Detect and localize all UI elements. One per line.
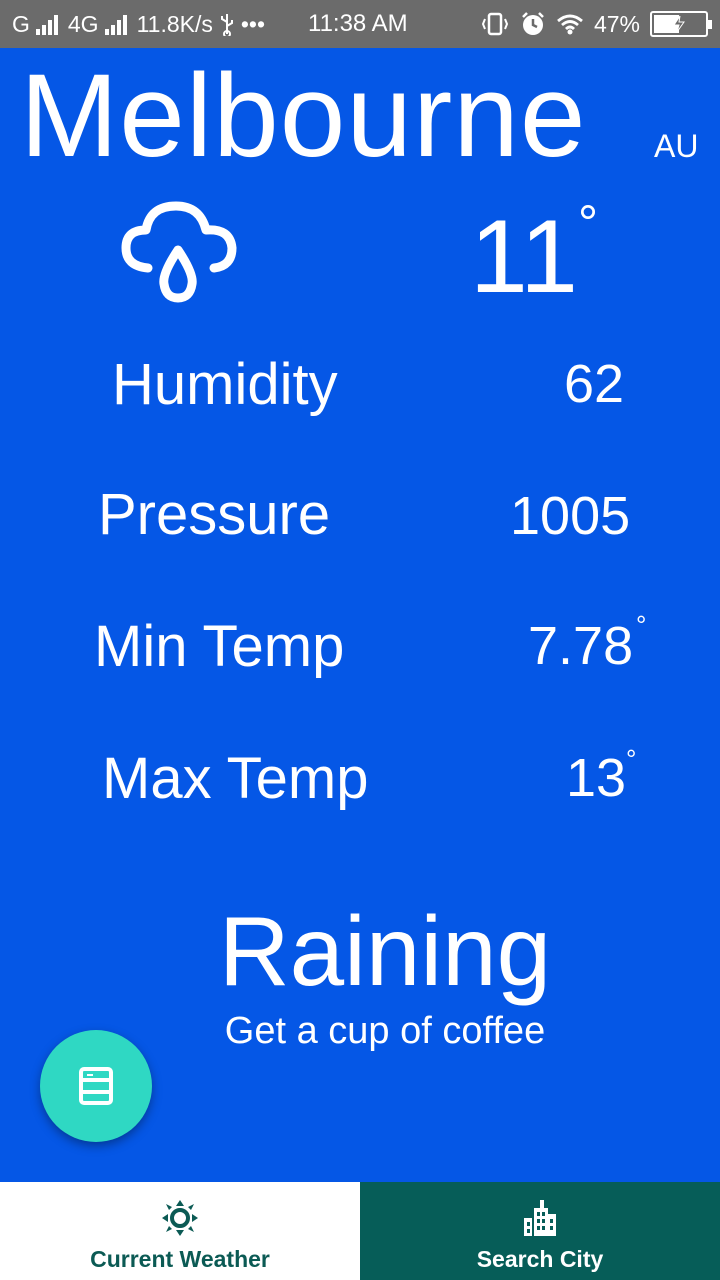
min-temp-value: 7.78 xyxy=(528,616,634,676)
battery-percent: 47% xyxy=(593,10,640,37)
max-temp-value: 13 xyxy=(566,748,627,808)
signal-icon-2 xyxy=(104,13,127,35)
current-temperature: 11 xyxy=(470,199,578,315)
notebook-icon xyxy=(79,1067,113,1105)
usb-icon xyxy=(220,14,233,36)
alarm-icon xyxy=(522,12,544,35)
sun-icon xyxy=(162,1200,198,1236)
temperature-degree: ° xyxy=(578,195,598,251)
status-left: G 4G 11.8K/s ••• xyxy=(12,0,265,48)
city-icon xyxy=(524,1200,556,1236)
nav-search-city[interactable]: Search City xyxy=(360,1182,720,1280)
city-name: Melbourne xyxy=(20,50,587,182)
battery-icon xyxy=(650,11,712,37)
max-temp-label: Max Temp xyxy=(102,746,369,811)
clock: 11:38 AM xyxy=(308,10,408,37)
status-bar: G 4G 11.8K/s ••• 11:38 AM 47% xyxy=(0,0,720,48)
nav-search-city-label: Search City xyxy=(476,1246,604,1272)
nav-current-weather-label: Current Weather xyxy=(90,1246,270,1272)
wifi-icon xyxy=(557,14,583,35)
weather-condition: Raining xyxy=(218,896,552,1006)
cloud-rain-icon xyxy=(121,201,237,303)
pressure-label: Pressure xyxy=(98,482,331,547)
humidity-value: 62 xyxy=(564,354,625,414)
more-notifications-icon: ••• xyxy=(240,10,266,37)
network-speed: 11.8K/s xyxy=(136,10,213,37)
min-temp-label: Min Temp xyxy=(94,614,345,679)
vibrate-icon xyxy=(481,12,509,36)
bottom-navigation: Current Weather Search City xyxy=(0,1182,720,1280)
signal-icon xyxy=(35,13,58,35)
carrier-label: G xyxy=(12,10,30,37)
country-code: AU xyxy=(654,128,699,164)
notebook-fab-button[interactable] xyxy=(40,1030,152,1142)
max-temp-degree: ° xyxy=(626,744,637,774)
network-type-label: 4G xyxy=(67,10,99,37)
nav-current-weather[interactable]: Current Weather xyxy=(0,1182,360,1280)
humidity-label: Humidity xyxy=(112,352,338,417)
min-temp-degree: ° xyxy=(636,610,647,640)
pressure-value: 1005 xyxy=(510,486,631,546)
status-right: 47% xyxy=(480,0,712,48)
